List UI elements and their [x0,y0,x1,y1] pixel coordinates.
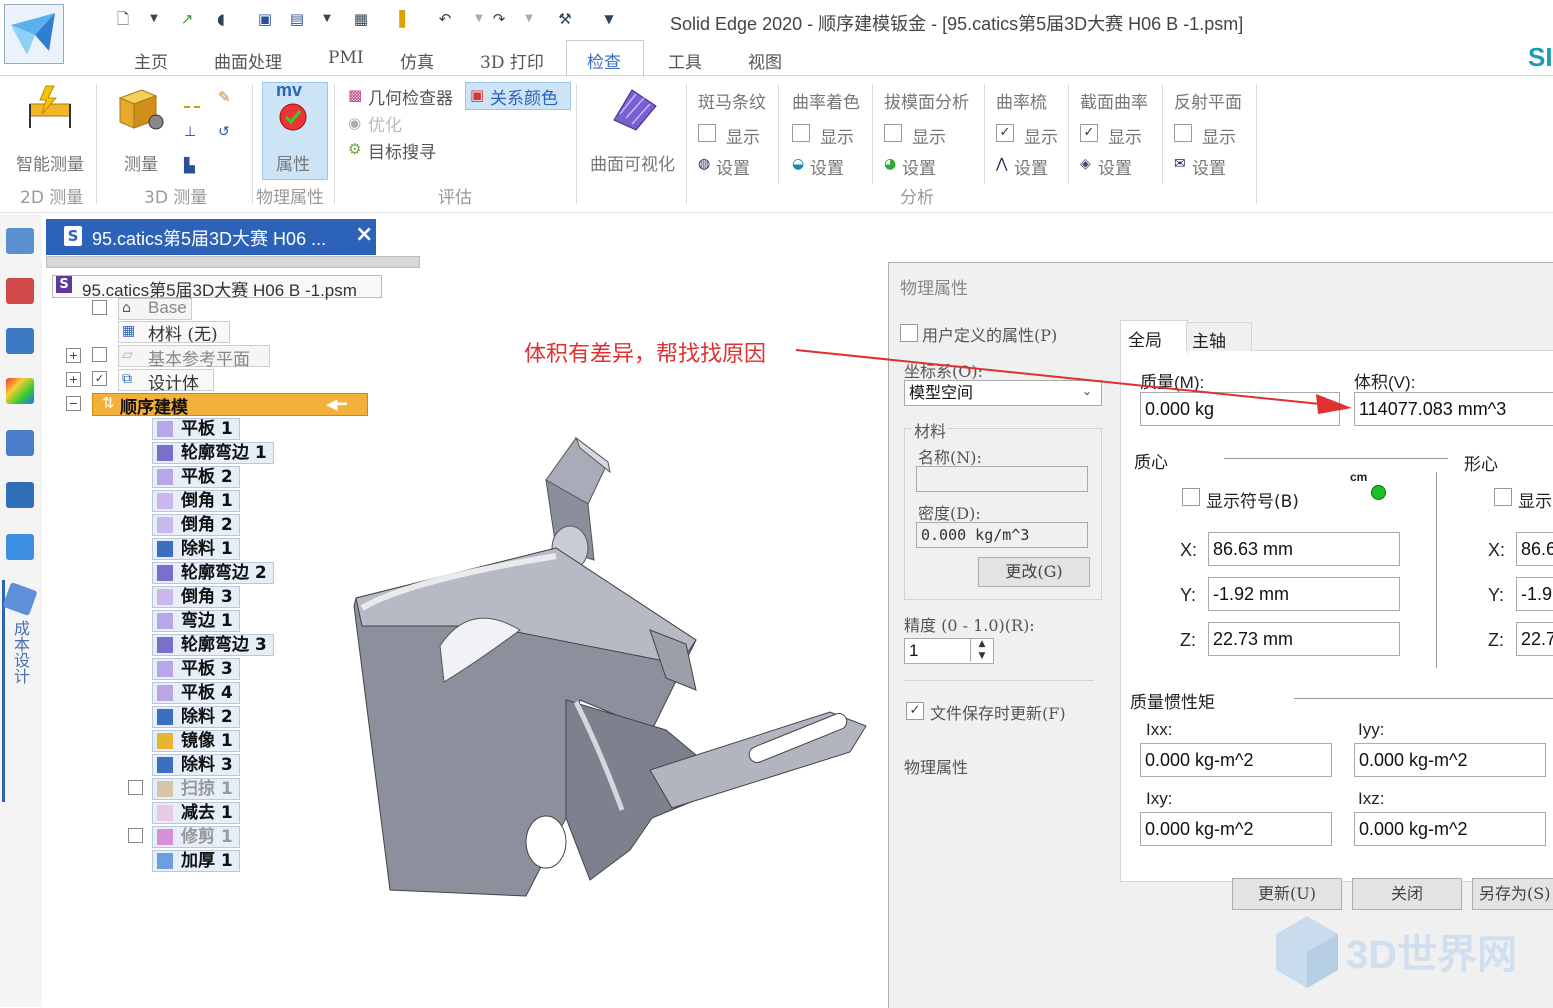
annotation-arrow [795,349,1352,414]
watermark-logo-icon [1272,912,1342,992]
watermark-text: 3D世界网 [1346,933,1518,977]
